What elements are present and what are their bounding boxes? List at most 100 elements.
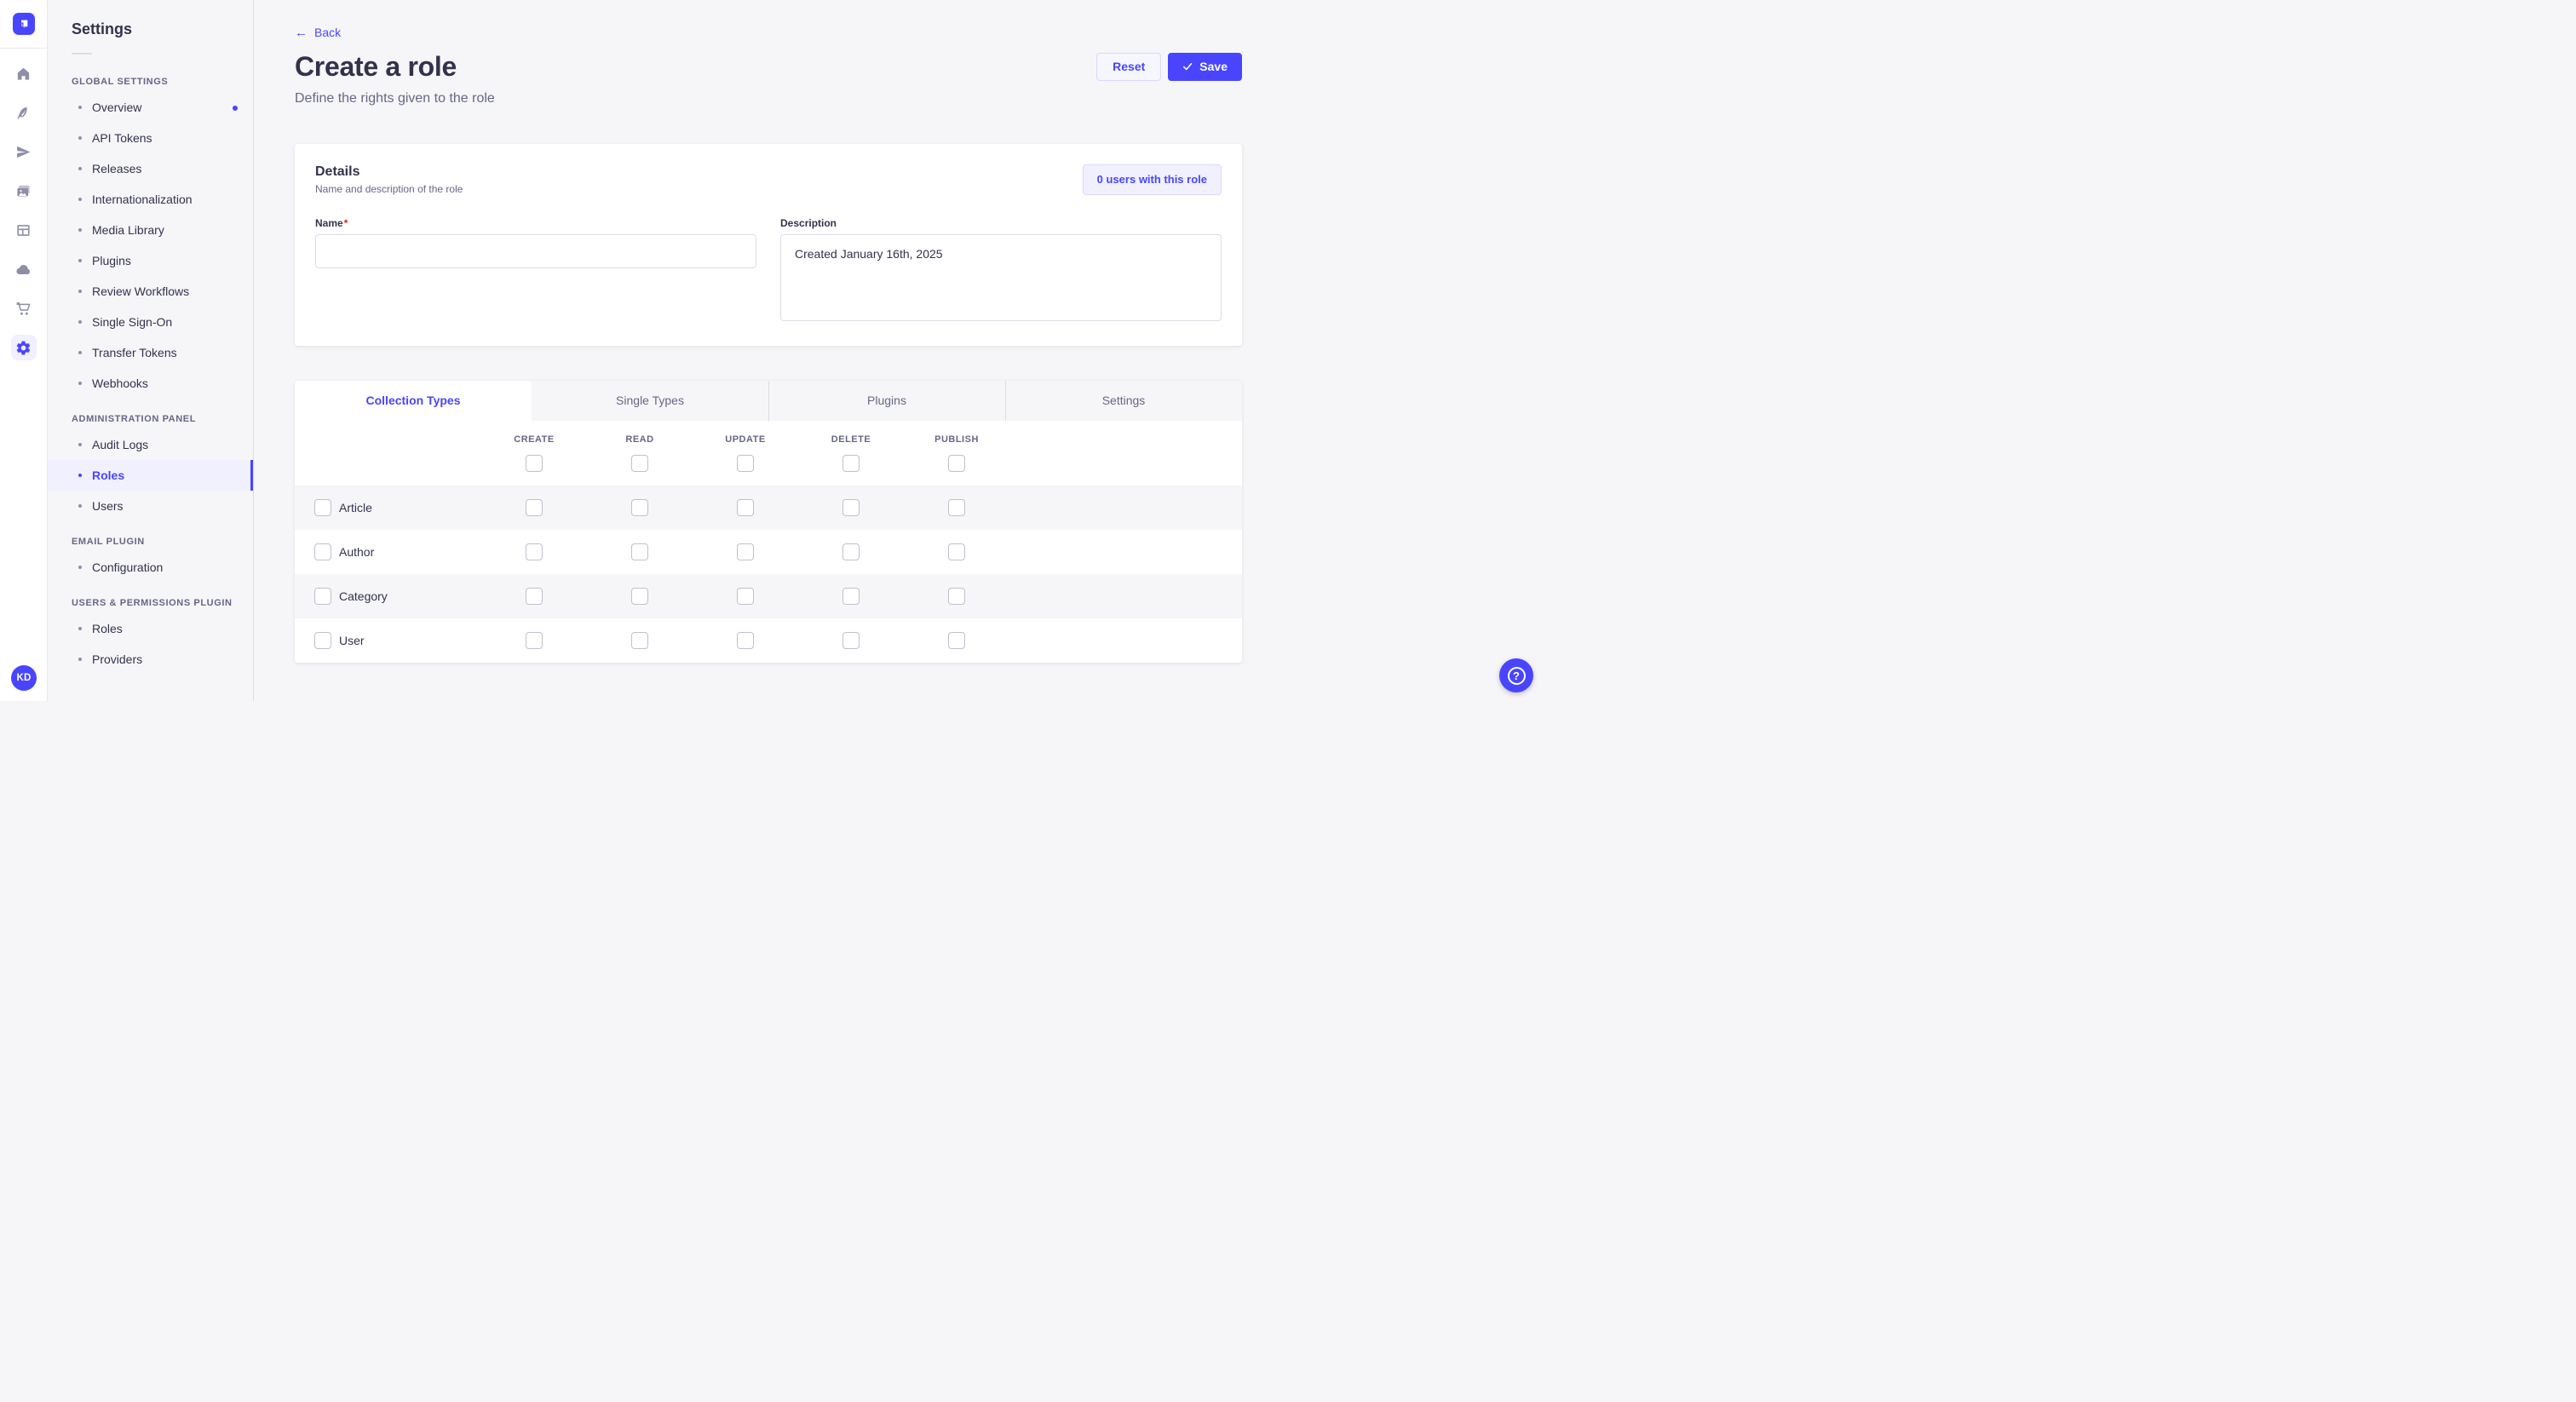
select-all-create-checkbox[interactable] [526, 455, 543, 472]
table-cell [693, 455, 798, 472]
row-checkbox-author[interactable] [314, 543, 331, 560]
main-nav-rail: KD [0, 0, 48, 701]
sidebar-item-label: Users [92, 499, 124, 513]
user-update-checkbox[interactable] [737, 632, 754, 649]
sidebar-item-review-workflows[interactable]: Review Workflows [48, 276, 253, 307]
select-all-read-checkbox[interactable] [631, 455, 648, 472]
table-row-user: User [295, 618, 1242, 663]
strapi-logo[interactable] [13, 13, 35, 35]
article-create-checkbox[interactable] [526, 499, 543, 516]
tab-plugins[interactable]: Plugins [768, 381, 1005, 421]
sidebar-item-webhooks[interactable]: Webhooks [48, 368, 253, 399]
strapi-logo-icon [17, 17, 31, 31]
details-card-header: Details Name and description of the role… [315, 164, 1222, 195]
sidebar-item-releases[interactable]: Releases [48, 153, 253, 184]
category-create-checkbox[interactable] [526, 588, 543, 605]
author-publish-checkbox[interactable] [948, 543, 965, 560]
save-button[interactable]: Save [1168, 53, 1242, 81]
sidebar-item-media-library[interactable]: Media Library [48, 215, 253, 245]
back-label: Back [314, 26, 341, 39]
row-checkbox-article[interactable] [314, 499, 331, 516]
tab-collection-types[interactable]: Collection Types [295, 381, 532, 421]
rail-item-cloud-icon[interactable] [11, 256, 37, 282]
bullet-dot [78, 351, 82, 354]
rail-item-pen-icon[interactable] [11, 100, 37, 125]
sidebar-item-single-sign-on[interactable]: Single Sign-On [48, 307, 253, 337]
author-update-checkbox[interactable] [737, 543, 754, 560]
rail-item-home-icon[interactable] [11, 60, 37, 86]
table-cell [798, 499, 904, 516]
category-publish-checkbox[interactable] [948, 588, 965, 605]
table-cell [693, 543, 798, 560]
row-label-cell: Category [295, 588, 481, 605]
details-fields: Name* Description [315, 217, 1222, 325]
rail-item-paper-plane-icon[interactable] [11, 139, 37, 164]
user-read-checkbox[interactable] [631, 632, 648, 649]
row-checkbox-category[interactable] [314, 588, 331, 605]
row-checkbox-user[interactable] [314, 632, 331, 649]
back-link[interactable]: ← Back [295, 26, 341, 39]
sidebar-item-api-tokens[interactable]: API Tokens [48, 123, 253, 153]
rail-item-layout-icon[interactable] [11, 217, 37, 243]
table-row-article: Article [295, 486, 1242, 530]
bullet-dot [78, 474, 82, 477]
sidebar-item-transfer-tokens[interactable]: Transfer Tokens [48, 337, 253, 368]
subnav-header: Settings [48, 0, 253, 55]
author-create-checkbox[interactable] [526, 543, 543, 560]
article-read-checkbox[interactable] [631, 499, 648, 516]
table-cell [798, 455, 904, 472]
table-cell [481, 632, 587, 649]
sidebar-item-internationalization[interactable]: Internationalization [48, 184, 253, 215]
table-cell [481, 499, 587, 516]
category-read-checkbox[interactable] [631, 588, 648, 605]
bullet-dot [78, 627, 82, 630]
name-input[interactable] [315, 234, 756, 268]
column-header-read: READ [587, 434, 693, 445]
article-publish-checkbox[interactable] [948, 499, 965, 516]
user-create-checkbox[interactable] [526, 632, 543, 649]
bullet-dot [78, 443, 82, 446]
description-label: Description [780, 217, 1222, 229]
users-with-role-button[interactable]: 0 users with this role [1083, 164, 1222, 195]
cart-icon [15, 301, 32, 317]
rail-item-media-library-icon[interactable] [11, 178, 37, 204]
article-delete-checkbox[interactable] [842, 499, 860, 516]
permissions-table-header: CREATEREADUPDATEDELETEPUBLISH [295, 421, 1242, 486]
user-publish-checkbox[interactable] [948, 632, 965, 649]
sidebar-item-users[interactable]: Users [48, 491, 253, 521]
table-cell [798, 632, 904, 649]
tab-settings[interactable]: Settings [1005, 381, 1242, 421]
paper-plane-icon [15, 144, 32, 160]
user-delete-checkbox[interactable] [842, 632, 860, 649]
select-all-update-checkbox[interactable] [737, 455, 754, 472]
help-button[interactable]: ? [1499, 658, 1533, 692]
row-label-cell: User [295, 632, 481, 649]
select-all-publish-checkbox[interactable] [948, 455, 965, 472]
strapi-admin-app: KD Settings GLOBAL SETTINGSOverviewAPI T… [0, 0, 1288, 701]
sidebar-item-label: Providers [92, 652, 142, 666]
rail-item-cart-icon[interactable] [11, 296, 37, 321]
reset-button[interactable]: Reset [1096, 53, 1161, 81]
table-cell [904, 455, 1009, 472]
author-read-checkbox[interactable] [631, 543, 648, 560]
sidebar-item-providers[interactable]: Providers [48, 644, 253, 675]
author-delete-checkbox[interactable] [842, 543, 860, 560]
sidebar-item-configuration[interactable]: Configuration [48, 552, 253, 583]
sidebar-item-overview[interactable]: Overview [48, 92, 253, 123]
sidebar-item-roles[interactable]: Roles [48, 613, 253, 644]
header-actions: Reset Save [1096, 53, 1242, 81]
select-all-delete-checkbox[interactable] [842, 455, 860, 472]
category-delete-checkbox[interactable] [842, 588, 860, 605]
row-label-cell: Author [295, 543, 481, 560]
description-textarea[interactable] [780, 234, 1222, 321]
tab-single-types[interactable]: Single Types [532, 381, 768, 421]
sidebar-item-audit-logs[interactable]: Audit Logs [48, 429, 253, 460]
category-update-checkbox[interactable] [737, 588, 754, 605]
rail-item-settings-gear-icon[interactable] [11, 335, 37, 360]
media-library-icon [15, 183, 32, 199]
sidebar-item-plugins[interactable]: Plugins [48, 245, 253, 276]
article-update-checkbox[interactable] [737, 499, 754, 516]
sidebar-item-roles[interactable]: Roles [48, 460, 253, 491]
sidebar-item-label: Releases [92, 162, 141, 175]
avatar[interactable]: KD [11, 665, 37, 691]
